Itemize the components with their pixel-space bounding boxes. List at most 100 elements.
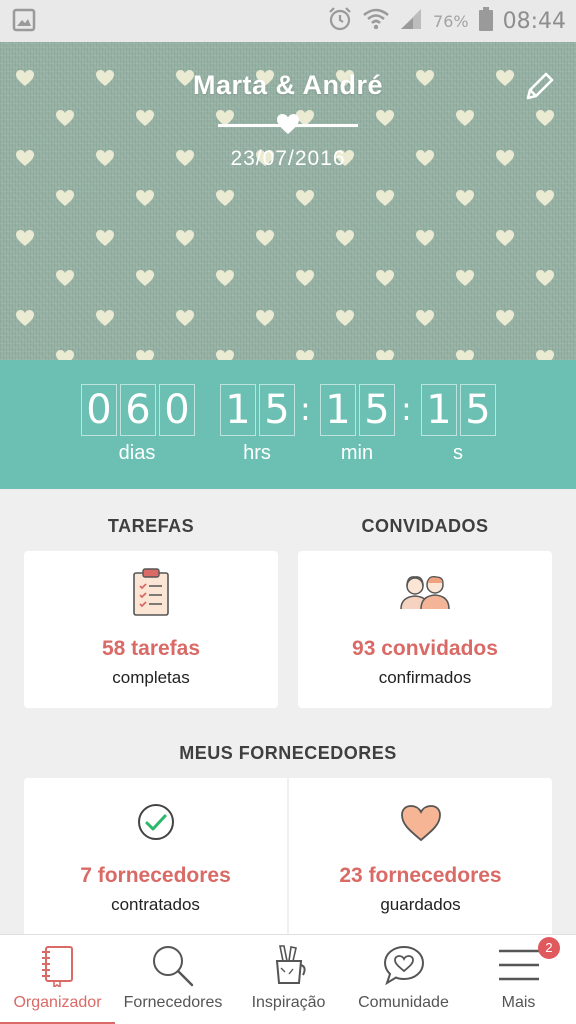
pattern-heart bbox=[96, 310, 114, 326]
pattern-heart bbox=[296, 270, 314, 286]
pattern-heart bbox=[216, 350, 234, 360]
clock: 08:44 bbox=[502, 8, 566, 34]
guests-couple-icon bbox=[400, 575, 450, 610]
pattern-heart bbox=[16, 310, 34, 326]
nav-inspiracao-label: Inspiração bbox=[251, 994, 326, 1011]
pattern-heart bbox=[376, 190, 394, 206]
pattern-heart bbox=[56, 190, 74, 206]
pattern-heart bbox=[336, 230, 354, 246]
pattern-heart bbox=[256, 310, 274, 326]
search-icon bbox=[153, 946, 194, 987]
pattern-heart bbox=[456, 190, 474, 206]
days-label: dias bbox=[118, 442, 156, 464]
nav-comunidade[interactable]: Comunidade bbox=[346, 935, 461, 1024]
minutes-digit: 1 bbox=[320, 384, 356, 436]
pattern-heart bbox=[136, 270, 154, 286]
menu-icon bbox=[498, 949, 539, 981]
nav-mais-label: Mais bbox=[501, 994, 536, 1011]
pattern-heart bbox=[416, 230, 434, 246]
guests-count: 93 convidados bbox=[352, 637, 498, 660]
guests-caption: confirmados bbox=[378, 668, 472, 687]
pattern-heart bbox=[376, 110, 394, 126]
nav-fornecedores-label: Fornecedores bbox=[123, 994, 223, 1011]
seconds-label: s bbox=[453, 442, 463, 464]
days-digit: 0 bbox=[81, 384, 117, 436]
pattern-heart bbox=[536, 110, 554, 126]
seconds-digit: 5 bbox=[460, 384, 496, 436]
time-separator: : bbox=[401, 390, 412, 428]
wedding-date: 23/07/2016 bbox=[230, 147, 346, 170]
nav-organizador[interactable]: Organizador bbox=[0, 935, 115, 1024]
pattern-heart bbox=[496, 230, 514, 246]
alarm-icon bbox=[327, 6, 353, 37]
check-circle-icon bbox=[137, 804, 174, 840]
notification-badge: 2 bbox=[538, 937, 560, 959]
pattern-heart bbox=[296, 190, 314, 206]
nav-fornecedores[interactable]: Fornecedores bbox=[115, 935, 231, 1024]
wifi-icon bbox=[363, 7, 389, 36]
pattern-heart bbox=[376, 270, 394, 286]
minutes-label: min bbox=[340, 442, 374, 464]
pattern-heart bbox=[176, 230, 194, 246]
saved-vendors-count: 23 fornecedores bbox=[339, 864, 502, 887]
nav-comunidade-label: Comunidade bbox=[358, 994, 449, 1011]
pattern-heart bbox=[216, 190, 234, 206]
pencil-cup-icon bbox=[275, 945, 306, 984]
chat-heart-icon bbox=[383, 945, 424, 986]
seconds-digits: 1 5 bbox=[421, 384, 496, 436]
pattern-heart bbox=[136, 110, 154, 126]
hired-vendors-card[interactable]: 7 fornecedores contratados bbox=[24, 778, 287, 938]
notebook-icon bbox=[41, 946, 73, 987]
pattern-heart bbox=[456, 270, 474, 286]
pattern-heart bbox=[496, 310, 514, 326]
pattern-heart bbox=[456, 110, 474, 126]
tasks-caption: completas bbox=[112, 668, 190, 687]
guests-card[interactable]: 93 convidados confirmados bbox=[298, 551, 552, 708]
hours-digit: 1 bbox=[220, 384, 256, 436]
nav-inspiracao[interactable]: Inspiração bbox=[231, 935, 346, 1024]
edit-button[interactable] bbox=[522, 70, 556, 104]
saved-vendors-card[interactable]: 23 fornecedores guardados bbox=[289, 778, 552, 938]
hours-label: hrs bbox=[243, 442, 271, 464]
saved-vendors-caption: guardados bbox=[380, 895, 461, 914]
pattern-heart bbox=[136, 350, 154, 360]
pattern-heart bbox=[56, 270, 74, 286]
pattern-heart bbox=[336, 310, 354, 326]
pattern-heart bbox=[176, 310, 194, 326]
pencil-icon bbox=[526, 72, 554, 100]
pattern-heart bbox=[536, 190, 554, 206]
pattern-heart bbox=[56, 110, 74, 126]
time-separator: : bbox=[300, 390, 311, 428]
days-digit: 6 bbox=[120, 384, 156, 436]
pattern-heart bbox=[416, 310, 434, 326]
days-digit: 0 bbox=[159, 384, 195, 436]
signal-icon bbox=[399, 8, 423, 35]
heart-divider-icon bbox=[277, 114, 299, 134]
guests-title: CONVIDADOS bbox=[361, 516, 489, 536]
tasks-card[interactable]: 58 tarefas completas bbox=[24, 551, 278, 708]
seconds-digit: 1 bbox=[421, 384, 457, 436]
vendors-title: MEUS FORNECEDORES bbox=[179, 743, 397, 763]
status-bar: 76% 08:44 bbox=[0, 0, 576, 42]
battery-percent: 76% bbox=[433, 11, 469, 31]
tasks-title: TAREFAS bbox=[107, 516, 195, 536]
hours-digits: 1 5 bbox=[220, 384, 295, 436]
pattern-heart bbox=[536, 350, 554, 360]
pattern-heart bbox=[536, 270, 554, 286]
pattern-heart bbox=[136, 190, 154, 206]
pattern-heart bbox=[216, 270, 234, 286]
pattern-heart bbox=[456, 350, 474, 360]
minutes-digit: 5 bbox=[359, 384, 395, 436]
couple-names: Marta & André bbox=[192, 70, 384, 100]
hired-vendors-count: 7 fornecedores bbox=[80, 864, 231, 887]
battery-icon bbox=[478, 6, 493, 36]
pattern-heart bbox=[376, 350, 394, 360]
minutes-digits: 1 5 bbox=[320, 384, 395, 436]
clipboard-icon bbox=[133, 568, 169, 616]
pattern-heart bbox=[96, 230, 114, 246]
header-banner: Marta & André 23/07/2016 bbox=[0, 42, 576, 360]
bottom-navigation: Organizador Fornecedores Inspiração Comu… bbox=[0, 934, 576, 1024]
pattern-heart bbox=[16, 230, 34, 246]
pattern-heart bbox=[296, 350, 314, 360]
hours-digit: 5 bbox=[259, 384, 295, 436]
